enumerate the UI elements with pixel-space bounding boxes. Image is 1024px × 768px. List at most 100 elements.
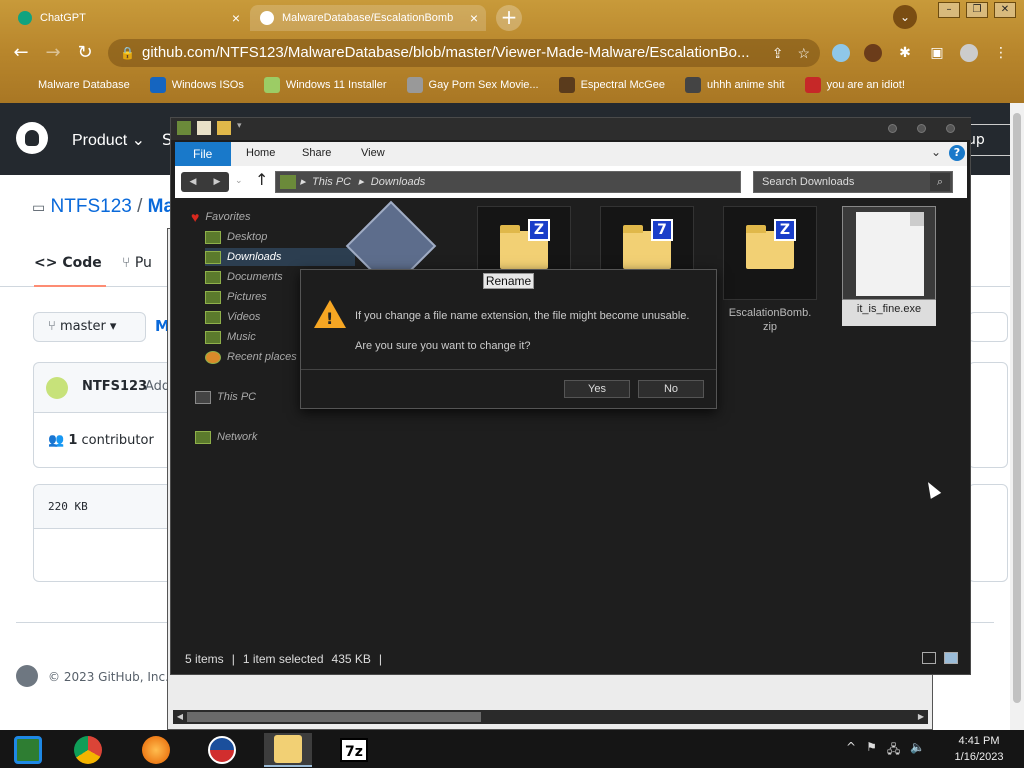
nav-music[interactable]: Music bbox=[205, 328, 256, 346]
breadcrumb-downloads[interactable]: Downloads bbox=[371, 176, 425, 188]
menu-icon[interactable]: ⋮ bbox=[992, 44, 1010, 62]
contributors-text[interactable]: 👥 1 contributor bbox=[48, 433, 154, 448]
chevron-down-icon[interactable]: ▾ bbox=[237, 121, 251, 135]
action-center-flag-icon[interactable]: ⚑ bbox=[866, 740, 877, 761]
minimize-button[interactable] bbox=[888, 124, 897, 133]
ribbon-tab-view[interactable]: View bbox=[361, 147, 385, 159]
nav-downloads[interactable]: Downloads bbox=[205, 248, 355, 266]
volume-icon[interactable]: 🔈 bbox=[910, 740, 925, 761]
github-footer-icon[interactable] bbox=[16, 665, 38, 687]
puzzle-icon[interactable]: ✱ bbox=[896, 44, 914, 62]
taskbar-firefox[interactable] bbox=[132, 733, 180, 767]
file-item-escalationbomb[interactable]: Z EscalationBomb. zip bbox=[723, 206, 817, 334]
bookmark-idiot[interactable]: you are an idiot! bbox=[804, 77, 905, 93]
share-icon[interactable]: ⇪ bbox=[772, 39, 784, 67]
github-logo-icon[interactable] bbox=[16, 122, 48, 154]
nav-documents[interactable]: Documents bbox=[205, 268, 283, 286]
new-folder-icon[interactable] bbox=[217, 121, 231, 135]
flag-extension-icon[interactable] bbox=[832, 44, 850, 62]
sidepanel-icon[interactable]: ▣ bbox=[928, 44, 946, 62]
tab-pull-requests[interactable]: ⑂ Pu bbox=[122, 255, 152, 271]
nav-pictures[interactable]: Pictures bbox=[205, 288, 267, 306]
recent-places-icon bbox=[205, 350, 221, 364]
large-icons-view-icon[interactable] bbox=[944, 652, 958, 664]
close-tab-icon[interactable]: × bbox=[470, 10, 478, 26]
nav-desktop[interactable]: Desktop bbox=[205, 228, 267, 246]
taskbar-obama[interactable] bbox=[198, 733, 246, 767]
lock-icon: 🔒 bbox=[120, 46, 135, 60]
address-bar[interactable]: 🔒 github.com/NTFS123/MalwareDatabase/blo… bbox=[108, 39, 820, 67]
taskbar-file-explorer[interactable] bbox=[264, 733, 312, 767]
clock[interactable]: 4:41 PM 1/16/2023 bbox=[944, 733, 1014, 765]
back-icon[interactable]: ← bbox=[10, 42, 32, 64]
rename-dialog: Rename ! If you change a file name exten… bbox=[300, 269, 717, 409]
avatar[interactable] bbox=[46, 377, 68, 399]
bookmark-star-icon[interactable]: ☆ bbox=[797, 39, 810, 67]
ribbon-tab-file[interactable]: File bbox=[175, 142, 231, 166]
scrollbar-thumb[interactable] bbox=[1013, 113, 1021, 703]
minimize-button[interactable]: – bbox=[938, 2, 960, 18]
nav-this-pc[interactable]: This PC bbox=[195, 388, 256, 406]
ribbon-tab-home[interactable]: Home bbox=[246, 147, 275, 159]
bookmark-espectral[interactable]: Espectral McGee bbox=[558, 77, 665, 93]
network-icon[interactable]: 🖧 bbox=[887, 740, 900, 761]
tab-github[interactable]: MalwareDatabase/EscalationBomb × bbox=[250, 5, 486, 31]
show-hidden-icons-icon[interactable]: ^ bbox=[846, 740, 856, 761]
no-button[interactable]: No bbox=[638, 380, 704, 398]
folder-icon[interactable] bbox=[177, 121, 191, 135]
breadcrumb-this-pc[interactable]: This PC bbox=[312, 176, 351, 188]
maximize-button[interactable]: ❐ bbox=[966, 2, 988, 18]
horizontal-scrollbar[interactable]: ◀ ▶ bbox=[173, 710, 928, 724]
profile-icon[interactable] bbox=[960, 44, 978, 62]
bookmark-windows-11-installer[interactable]: Windows 11 Installer bbox=[263, 77, 387, 93]
anime-icon bbox=[684, 77, 701, 93]
back-forward-group: ◀ ▶ bbox=[181, 172, 229, 192]
maximize-button[interactable] bbox=[917, 124, 926, 133]
nav-favorites[interactable]: ♥ Favorites bbox=[191, 208, 251, 226]
tab-search-button[interactable]: ⌄ bbox=[893, 5, 917, 29]
bookmark-movie[interactable]: Gay Porn Sex Movie... bbox=[406, 77, 539, 93]
help-icon[interactable]: ? bbox=[949, 145, 965, 161]
taskbar-chrome[interactable] bbox=[64, 733, 112, 767]
nav-videos[interactable]: Videos bbox=[205, 308, 260, 326]
close-tab-icon[interactable]: × bbox=[232, 10, 240, 26]
nav-recent-places[interactable]: Recent places bbox=[205, 348, 297, 366]
close-window-button[interactable]: ✕ bbox=[994, 2, 1016, 18]
address-bar[interactable]: ▸ This PC ▸ Downloads ↻ bbox=[275, 171, 840, 193]
recent-locations-icon[interactable]: ⌄ bbox=[235, 176, 243, 186]
forward-icon[interactable]: ▶ bbox=[205, 172, 229, 192]
tab-code[interactable]: <> Code bbox=[34, 255, 106, 287]
tab-chatgpt[interactable]: ChatGPT × bbox=[8, 5, 248, 31]
ribbon-tab-share[interactable]: Share bbox=[302, 147, 331, 159]
reload-icon[interactable]: ↻ bbox=[74, 42, 96, 64]
branch-selector[interactable]: ⑂ master ▾ bbox=[33, 312, 146, 342]
up-arrow-icon[interactable]: ↑ bbox=[255, 170, 268, 189]
avatar-extension-icon[interactable] bbox=[864, 44, 882, 62]
bookmark-malware-database[interactable]: Malware Database bbox=[38, 79, 130, 91]
start-button[interactable] bbox=[4, 733, 52, 767]
yes-button[interactable]: Yes bbox=[564, 380, 630, 398]
new-tab-button[interactable]: + bbox=[496, 5, 522, 31]
repo-owner-link[interactable]: NTFS123 bbox=[51, 196, 132, 217]
scroll-right-icon[interactable]: ▶ bbox=[915, 711, 927, 723]
bookmark-anime[interactable]: uhhh anime shit bbox=[684, 77, 785, 93]
page-scrollbar[interactable] bbox=[1010, 103, 1024, 730]
scroll-left-icon[interactable]: ◀ bbox=[174, 711, 186, 723]
file-name-rename-field[interactable]: it_is_fine.exe bbox=[842, 300, 936, 326]
expand-ribbon-icon[interactable]: ⌄ bbox=[931, 145, 941, 159]
nav-product[interactable]: Product ⌄ bbox=[72, 130, 145, 150]
search-icon[interactable]: ⌕ bbox=[930, 173, 950, 191]
scrollbar-thumb[interactable] bbox=[187, 712, 481, 722]
forward-icon[interactable]: → bbox=[42, 42, 64, 64]
desktop-icon bbox=[205, 230, 221, 244]
commit-author[interactable]: NTFS123 bbox=[82, 379, 147, 394]
close-button[interactable] bbox=[946, 124, 955, 133]
nav-network[interactable]: Network bbox=[195, 428, 257, 446]
properties-icon[interactable] bbox=[197, 121, 211, 135]
details-view-icon[interactable] bbox=[922, 652, 936, 664]
file-item-it-is-fine[interactable]: it_is_fine.exe bbox=[842, 206, 936, 326]
bookmark-windows-isos[interactable]: Windows ISOs bbox=[149, 77, 244, 93]
back-icon[interactable]: ◀ bbox=[181, 172, 205, 192]
search-input[interactable]: Search Downloads ⌕ bbox=[753, 171, 953, 193]
taskbar-7zip[interactable]: 7z bbox=[330, 733, 378, 767]
